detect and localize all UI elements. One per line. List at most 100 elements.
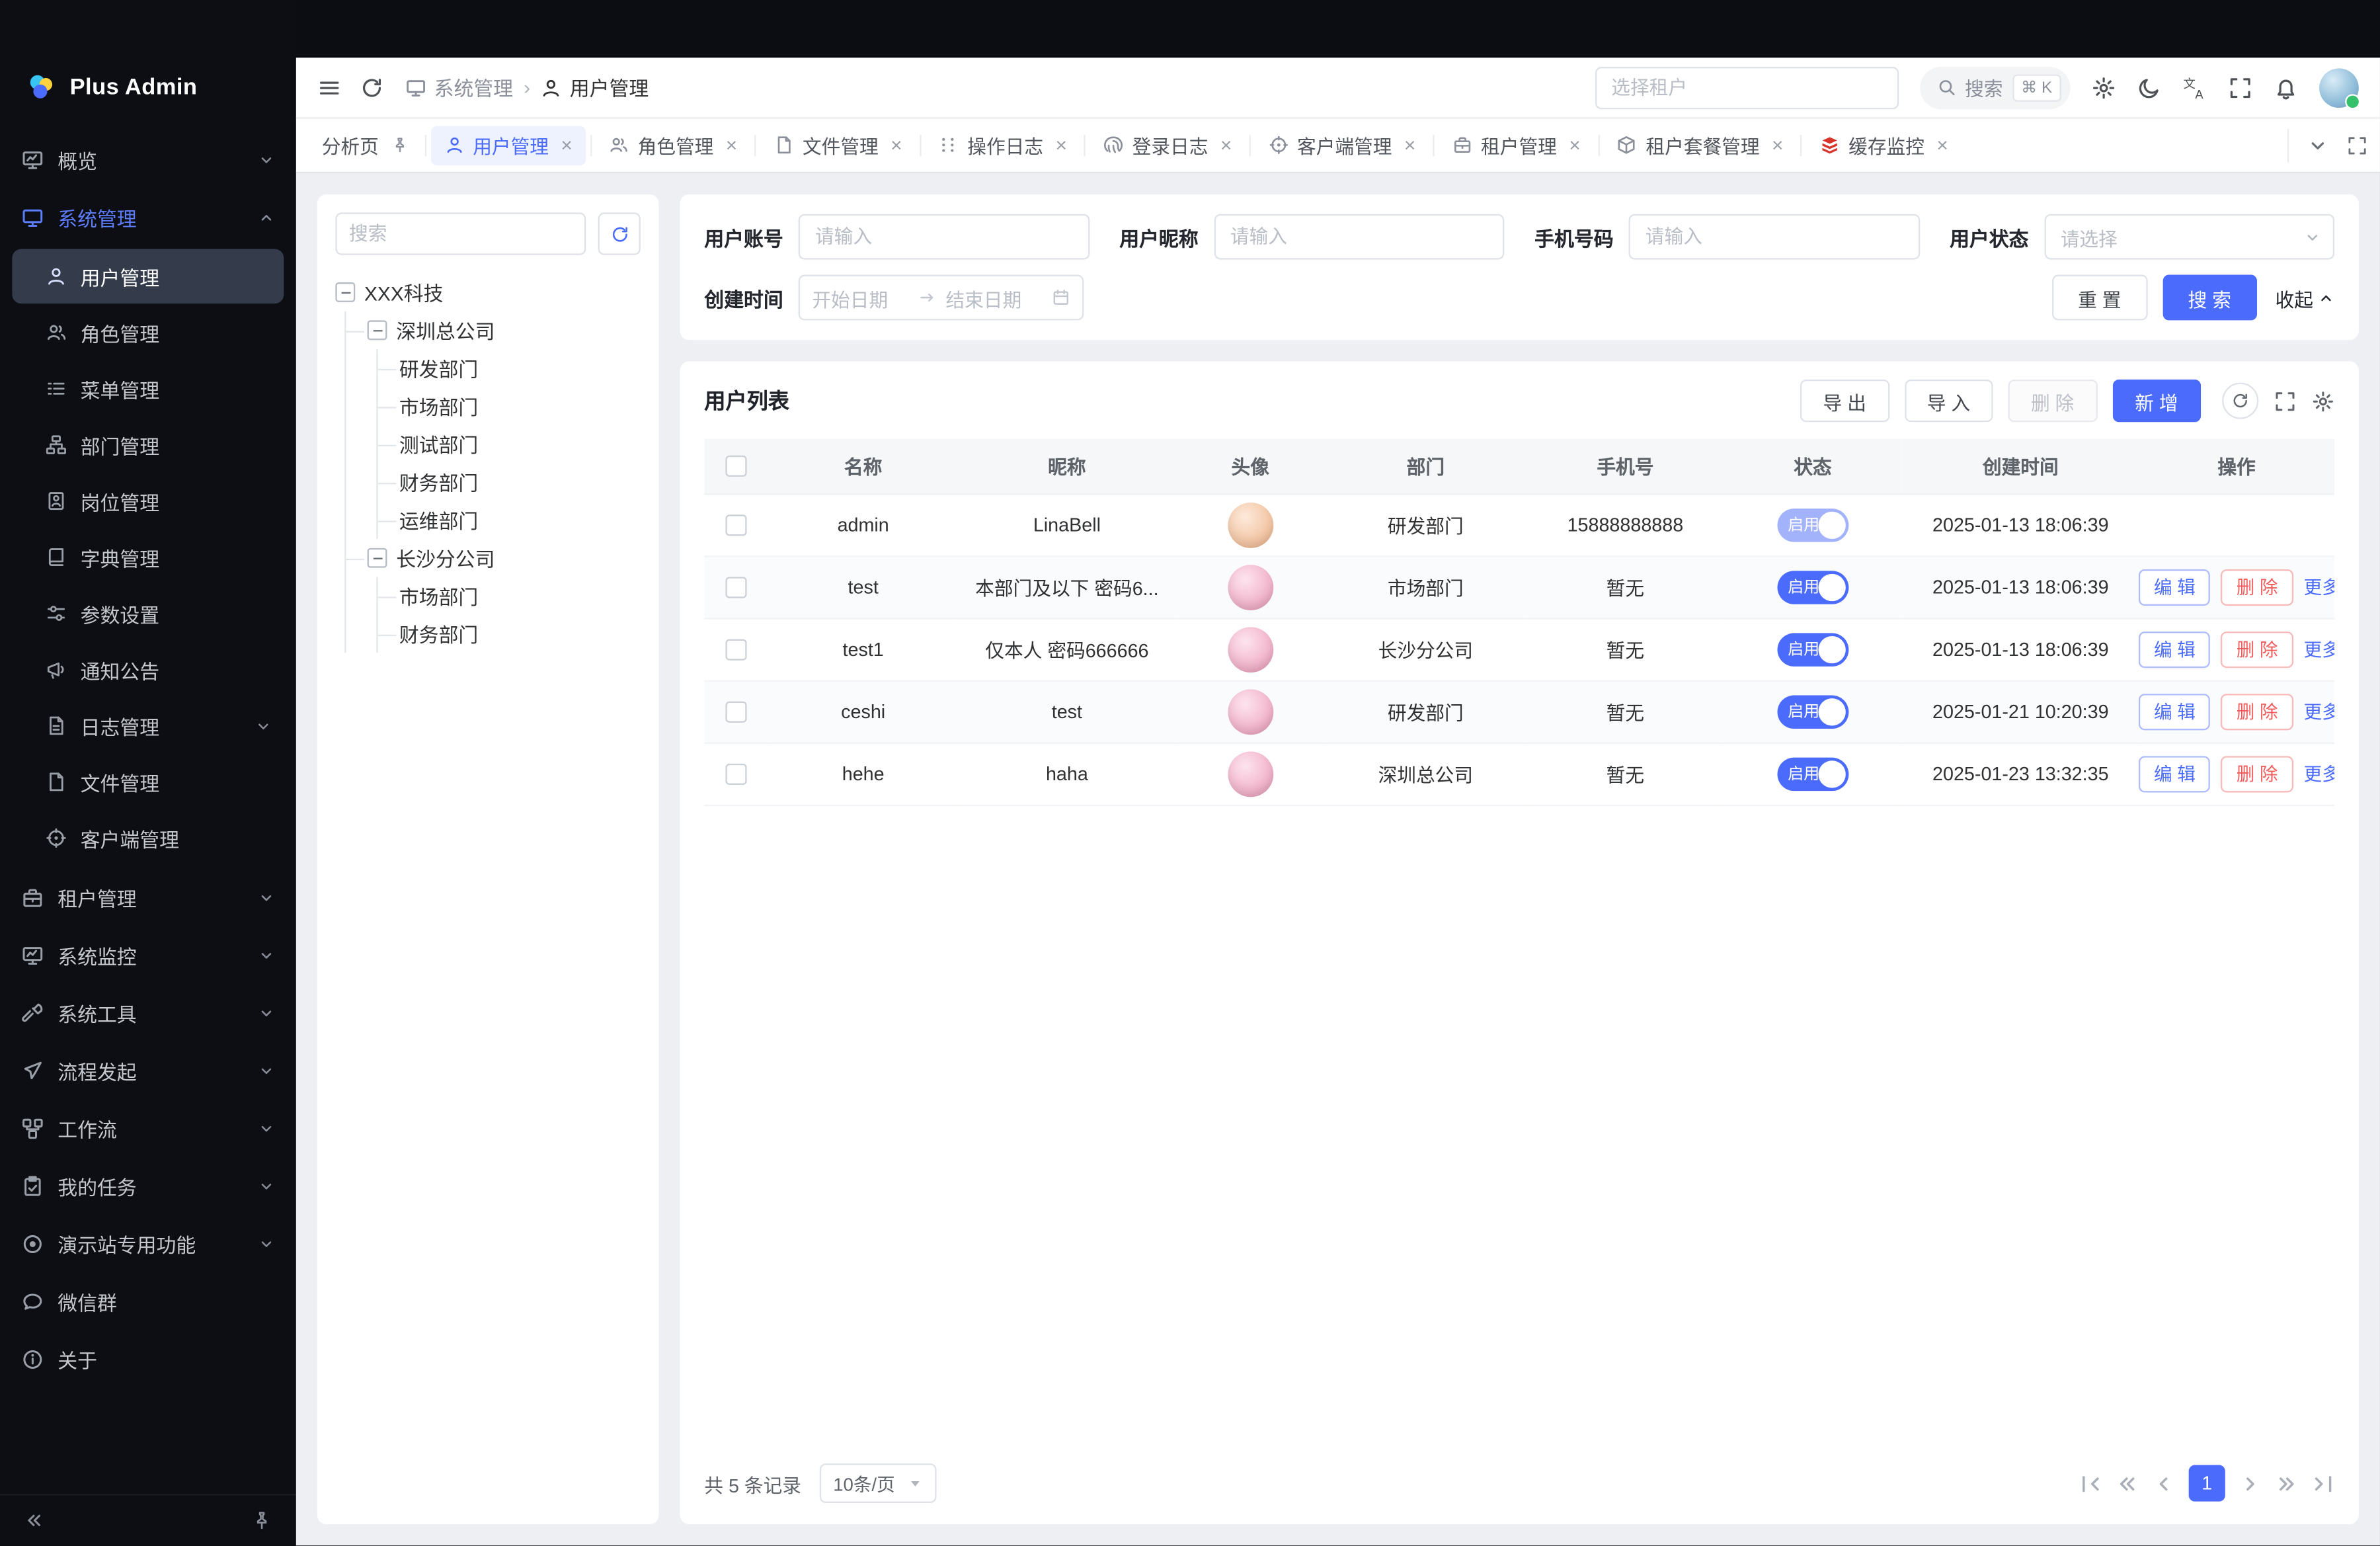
status-toggle[interactable]: 启用	[1777, 508, 1848, 542]
sidebar-item-3[interactable]: 系统监控	[0, 926, 296, 983]
fullscreen-icon[interactable]	[2228, 75, 2252, 100]
logo[interactable]: Plus Admin	[0, 0, 296, 118]
tree-node[interactable]: 市场部门	[399, 387, 641, 425]
hamburger-icon[interactable]	[317, 75, 342, 100]
user-status-select[interactable]: 请选择	[2043, 214, 2334, 260]
sidebar-subitem-1-9[interactable]: 文件管理	[12, 754, 284, 809]
first-page-icon[interactable]	[2079, 1472, 2102, 1494]
created-date-range[interactable]: 开始日期 结束日期	[799, 275, 1084, 321]
tree-node[interactable]: 测试部门	[399, 425, 641, 463]
sidebar-item-6[interactable]: 工作流	[0, 1099, 296, 1157]
tree-node[interactable]: 市场部门	[399, 577, 641, 614]
nickname-input[interactable]	[1214, 214, 1505, 260]
tab-0[interactable]: 分析页	[308, 125, 421, 165]
tree-node[interactable]: 运维部门	[399, 501, 641, 539]
collapse-sidebar-icon[interactable]	[24, 1510, 44, 1530]
status-toggle[interactable]: 启用	[1777, 757, 1848, 791]
sidebar-subitem-1-7[interactable]: 通知公告	[12, 642, 284, 697]
tab-1[interactable]: 用户管理×	[430, 125, 586, 165]
edit-button[interactable]: 编 辑	[2139, 693, 2211, 729]
settings-icon[interactable]	[2092, 75, 2116, 100]
tenant-select-input[interactable]	[1595, 66, 1898, 108]
edit-button[interactable]: 编 辑	[2139, 569, 2211, 605]
export-button[interactable]: 导 出	[1800, 380, 1889, 422]
prev-page-icon[interactable]	[2153, 1472, 2175, 1494]
current-page[interactable]: 1	[2189, 1465, 2225, 1502]
row-checkbox[interactable]	[727, 514, 748, 536]
refresh-page-icon[interactable]	[360, 75, 384, 100]
collapse-node-icon[interactable]	[368, 320, 387, 340]
tree-refresh-button[interactable]	[598, 212, 641, 255]
more-link[interactable]: 更多	[2304, 760, 2334, 786]
language-icon[interactable]: 文A	[2183, 75, 2207, 100]
select-all-checkbox[interactable]	[727, 456, 748, 477]
status-toggle[interactable]: 启用	[1777, 694, 1848, 728]
tree-node[interactable]: 研发部门	[399, 349, 641, 387]
sidebar-item-0[interactable]: 概览	[0, 130, 296, 188]
close-tab-icon[interactable]: ×	[561, 135, 572, 155]
sidebar-item-7[interactable]: 我的任务	[0, 1157, 296, 1214]
status-toggle[interactable]: 启用	[1777, 632, 1848, 666]
tab-3[interactable]: 文件管理×	[760, 125, 916, 165]
close-tab-icon[interactable]: ×	[891, 135, 902, 155]
import-button[interactable]: 导 入	[1904, 380, 1993, 422]
delete-button[interactable]: 删 除	[2221, 631, 2293, 667]
table-refresh-button[interactable]	[2222, 383, 2258, 419]
sidebar-item-5[interactable]: 流程发起	[0, 1041, 296, 1099]
delete-button[interactable]: 删 除	[2221, 569, 2293, 605]
tab-6[interactable]: 客户端管理×	[1255, 125, 1429, 165]
breadcrumb-item-users[interactable]: 用户管理	[541, 73, 649, 102]
more-link[interactable]: 更多	[2304, 574, 2334, 600]
row-checkbox[interactable]	[727, 639, 748, 660]
account-input[interactable]	[799, 214, 1090, 260]
edit-button[interactable]: 编 辑	[2139, 631, 2211, 667]
tab-5[interactable]: 登录日志×	[1090, 125, 1246, 165]
close-tab-icon[interactable]: ×	[1220, 135, 1232, 155]
notification-bell-icon[interactable]	[2274, 75, 2298, 100]
sidebar-subitem-1-3[interactable]: 部门管理	[12, 417, 284, 472]
delete-button[interactable]: 删 除	[2221, 693, 2293, 729]
sidebar-subitem-1-5[interactable]: 字典管理	[12, 530, 284, 585]
tabs-dropdown-icon[interactable]	[2307, 134, 2328, 155]
close-tab-icon[interactable]: ×	[1569, 135, 1580, 155]
page-size-select[interactable]: 10条/页	[820, 1463, 936, 1503]
collapse-node-icon[interactable]	[335, 282, 355, 302]
tab-7[interactable]: 租户管理×	[1439, 125, 1595, 165]
row-checkbox[interactable]	[727, 701, 748, 722]
close-tab-icon[interactable]: ×	[726, 135, 737, 155]
jump-back-icon[interactable]	[2116, 1472, 2138, 1494]
edit-button[interactable]: 编 辑	[2139, 755, 2211, 792]
more-link[interactable]: 更多	[2304, 698, 2334, 724]
tab-8[interactable]: 租户套餐管理×	[1603, 125, 1797, 165]
tree-node[interactable]: XXX科技	[335, 273, 640, 311]
reset-button[interactable]: 重 置	[2052, 275, 2147, 321]
delete-button[interactable]: 删 除	[2221, 755, 2293, 792]
global-search[interactable]: 搜索 ⌘ K	[1919, 66, 2070, 108]
sidebar-pin-icon[interactable]	[252, 1510, 272, 1530]
user-avatar[interactable]	[2319, 67, 2359, 107]
add-user-button[interactable]: 新 增	[2112, 380, 2201, 422]
close-tab-icon[interactable]: ×	[1772, 135, 1783, 155]
dept-search-input[interactable]	[335, 212, 586, 255]
close-tab-icon[interactable]: ×	[1404, 135, 1415, 155]
sidebar-subitem-1-1[interactable]: 角色管理	[12, 305, 284, 360]
tab-2[interactable]: 角色管理×	[595, 125, 751, 165]
batch-delete-button[interactable]: 删 除	[2008, 380, 2097, 422]
phone-input[interactable]	[1629, 214, 1920, 260]
sidebar-subitem-1-10[interactable]: 客户端管理	[12, 811, 284, 866]
tree-node[interactable]: 财务部门	[399, 615, 641, 653]
row-checkbox[interactable]	[727, 763, 748, 784]
status-toggle[interactable]: 启用	[1777, 570, 1848, 604]
tabs-fullscreen-icon[interactable]	[2346, 134, 2367, 155]
tab-4[interactable]: 操作日志×	[925, 125, 1081, 165]
sidebar-subitem-1-8[interactable]: 日志管理	[12, 698, 284, 753]
sidebar-item-9[interactable]: 微信群	[0, 1272, 296, 1330]
sidebar-item-4[interactable]: 系统工具	[0, 984, 296, 1041]
sidebar-subitem-1-0[interactable]: 用户管理	[12, 249, 284, 304]
sidebar-subitem-1-6[interactable]: 参数设置	[12, 586, 284, 641]
sidebar-item-2[interactable]: 租户管理	[0, 868, 296, 926]
tree-node[interactable]: 深圳总公司	[368, 311, 641, 349]
collapse-filters[interactable]: 收起	[2276, 283, 2335, 312]
tree-node[interactable]: 长沙分公司	[368, 539, 641, 577]
sidebar-item-10[interactable]: 关于	[0, 1330, 296, 1387]
